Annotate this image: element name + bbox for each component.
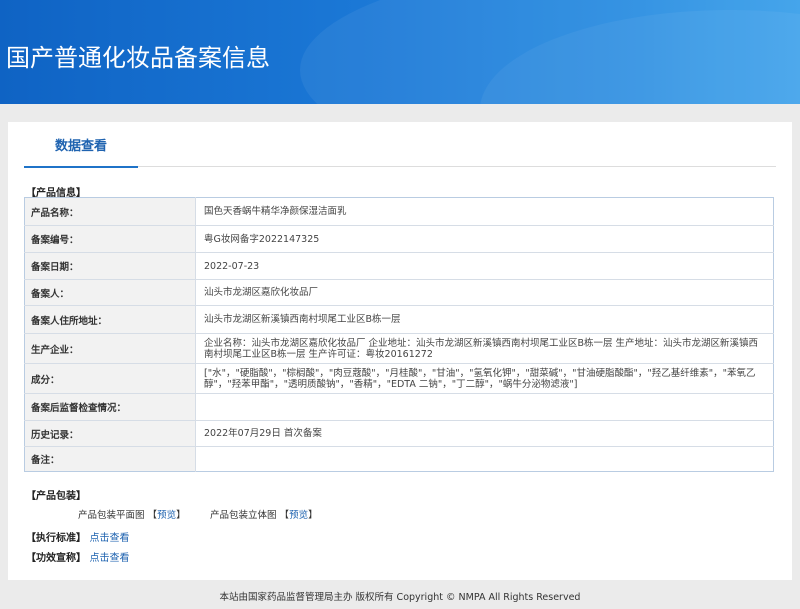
inspection-value xyxy=(195,393,774,421)
table-row: 历史记录： 2022年07月29日 首次备案 xyxy=(24,420,774,447)
record-number-value: 粤G妆网备字2022147325 xyxy=(195,225,774,253)
tab-bar: 数据查看 xyxy=(24,122,776,168)
row-label: 历史记录： xyxy=(24,420,196,447)
table-row: 备案人住所地址： 汕头市龙湖区新溪镇西南村坝尾工业区B栋一层 xyxy=(24,305,774,334)
record-date-value: 2022-07-23 xyxy=(195,252,774,280)
row-label: 成分： xyxy=(24,363,196,394)
solid-preview-link[interactable]: 预览 xyxy=(289,510,308,521)
table-row: 备案后监督检查情况： xyxy=(24,393,774,421)
row-label: 备案人住所地址： xyxy=(24,305,196,334)
tab-data-view[interactable]: 数据查看 xyxy=(24,122,138,168)
table-row: 备案人： 汕头市龙湖区嘉欣化妆品厂 xyxy=(24,279,774,306)
table-row: 成分： ["水"，"硬脂酸"，"棕榈酸"，"肉豆蔻酸"，"月桂酸"，"甘油"，"… xyxy=(24,363,774,394)
standard-section: 【执行标准】 点击查看 xyxy=(26,533,130,544)
registrant-address-value: 汕头市龙湖区新溪镇西南村坝尾工业区B栋一层 xyxy=(195,305,774,334)
product-name-value: 国色天香蜗牛精华净颜保湿洁面乳 xyxy=(195,197,774,226)
row-label: 备案人： xyxy=(24,279,196,306)
ingredients-value: ["水"，"硬脂酸"，"棕榈酸"，"肉豆蔻酸"，"月桂酸"，"甘油"，"氢氧化钾… xyxy=(195,363,774,394)
flat-preview-link[interactable]: 预览 xyxy=(157,510,176,521)
registrant-value: 汕头市龙湖区嘉欣化妆品厂 xyxy=(195,279,774,306)
table-row: 备案编号： 粤G妆网备字2022147325 xyxy=(24,225,774,253)
remarks-value xyxy=(196,447,774,472)
row-label: 产品名称： xyxy=(24,197,196,226)
table-row: 生产企业： 企业名称：汕头市龙湖区嘉欣化妆品厂 企业地址：汕头市龙湖区新溪镇西南… xyxy=(24,333,774,364)
packaging-solid: 产品包装立体图 【预览】 xyxy=(210,510,318,521)
row-label: 备注： xyxy=(24,446,196,472)
footer-copyright: 本站由国家药品监督管理局主办 版权所有 Copyright © NMPA All… xyxy=(219,592,581,603)
history-value: 2022年07月29日 首次备案 xyxy=(195,420,774,447)
manufacturer-value: 企业名称：汕头市龙湖区嘉欣化妆品厂 企业地址：汕头市龙湖区新溪镇西南村坝尾工业区… xyxy=(195,333,774,364)
efficacy-view-link[interactable]: 点击查看 xyxy=(89,553,129,564)
packaging-label: 【产品包装】 xyxy=(26,491,86,502)
header-banner: 国产普通化妆品备案信息 xyxy=(0,0,800,104)
product-info-table: 产品名称： 国色天香蜗牛精华净颜保湿洁面乳 备案编号： 粤G妆网备字202214… xyxy=(24,197,774,472)
efficacy-section: 【功效宣称】 点击查看 xyxy=(26,553,130,564)
standard-view-link[interactable]: 点击查看 xyxy=(89,533,129,544)
packaging-flat: 产品包装平面图 【预览】 xyxy=(78,510,186,521)
table-row: 备注： xyxy=(24,446,774,472)
row-label: 备案日期： xyxy=(24,252,196,280)
page-title: 国产普通化妆品备案信息 xyxy=(6,44,270,72)
row-label: 生产企业： xyxy=(24,333,196,364)
table-row: 备案日期： 2022-07-23 xyxy=(24,252,774,280)
content-panel: 数据查看 【产品信息】 产品名称： 国色天香蜗牛精华净颜保湿洁面乳 备案编号： … xyxy=(8,122,792,580)
row-label: 备案后监督检查情况： xyxy=(24,393,196,421)
table-row: 产品名称： 国色天香蜗牛精华净颜保湿洁面乳 xyxy=(24,197,774,226)
row-label: 备案编号： xyxy=(24,225,196,253)
